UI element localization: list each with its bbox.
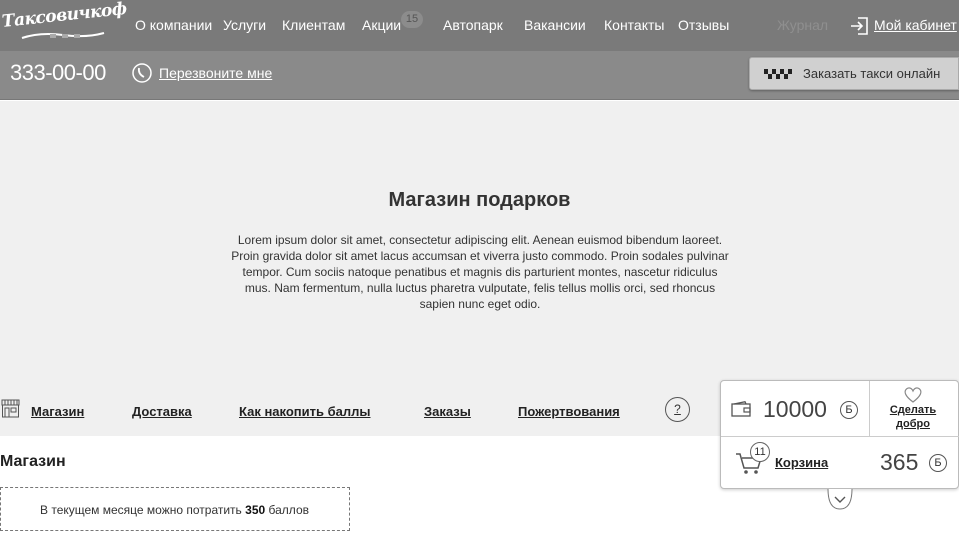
- tab-orders[interactable]: Заказы: [424, 404, 471, 419]
- wallet-icon: [731, 401, 751, 417]
- promotions-count-badge: 15: [401, 11, 423, 28]
- points-balance: 10000: [763, 396, 827, 422]
- balance-card: 10000 Б Сделать добро 11 Корзина 365 Б: [720, 380, 959, 489]
- nav-promotions[interactable]: Акции: [362, 17, 401, 33]
- spending-limit-notice: В текущем месяце можно потратить 350 бал…: [0, 487, 350, 531]
- logo[interactable]: Таксовичкоф: [1, 0, 128, 42]
- donate-link[interactable]: Сделать добро: [877, 403, 949, 431]
- login-icon: [851, 17, 868, 35]
- page-title: Магазин подарков: [388, 189, 571, 211]
- help-button[interactable]: ?: [665, 397, 690, 422]
- callback-icon: [132, 63, 152, 83]
- heart-icon: [904, 387, 922, 403]
- nav-fleet[interactable]: Автопарк: [443, 17, 503, 33]
- cart-total: 365: [880, 449, 919, 475]
- nav-clients[interactable]: Клиентам: [282, 17, 345, 33]
- section-title: Магазин: [0, 453, 66, 470]
- spending-limit-text: В текущем месяце можно потратить 350 бал…: [40, 503, 309, 517]
- tab-donations[interactable]: Пожертвования: [518, 404, 620, 419]
- order-taxi-button[interactable]: Заказать такси онлайн: [749, 57, 959, 90]
- cart-count-badge: 11: [750, 442, 770, 462]
- nav-reviews[interactable]: Отзывы: [678, 17, 729, 33]
- nav-contacts[interactable]: Контакты: [604, 17, 664, 33]
- card-divider: [869, 381, 870, 436]
- cart-unit: Б: [929, 454, 947, 472]
- nav-journal[interactable]: Журнал: [777, 17, 828, 33]
- logo-car-icon: [21, 32, 105, 39]
- tab-shop[interactable]: Магазин: [31, 404, 84, 419]
- nav-vacancies[interactable]: Вакансии: [524, 17, 586, 33]
- order-taxi-label: Заказать такси онлайн: [803, 66, 941, 81]
- spending-limit-value: 350: [245, 503, 266, 517]
- callback-link[interactable]: Перезвоните мне: [159, 65, 272, 81]
- tab-delivery[interactable]: Доставка: [132, 404, 192, 419]
- cart-link[interactable]: Корзина: [775, 455, 828, 470]
- phone-number: 333-00-00: [10, 60, 106, 85]
- shop-icon: [1, 399, 20, 418]
- points-unit: Б: [840, 401, 858, 419]
- my-account-link[interactable]: Мой кабинет: [874, 17, 957, 33]
- tab-earn-points[interactable]: Как накопить баллы: [239, 404, 371, 419]
- card-divider: [721, 436, 959, 437]
- checker-icon: [764, 69, 792, 79]
- nav-about[interactable]: О компании: [135, 17, 212, 33]
- chevron-down-icon[interactable]: [827, 488, 853, 510]
- nav-services[interactable]: Услуги: [223, 17, 266, 33]
- hero-description: Lorem ipsum dolor sit amet, consectetur …: [231, 233, 729, 311]
